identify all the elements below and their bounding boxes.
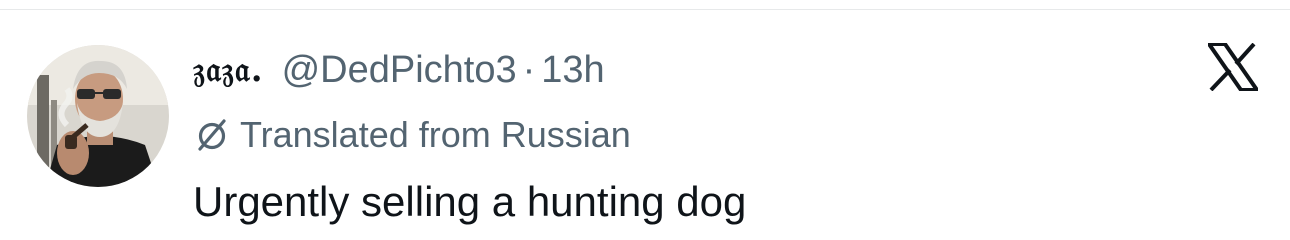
tweet-text: Urgently selling a hunting dog bbox=[193, 178, 747, 225]
avatar-photo bbox=[27, 45, 169, 187]
avatar[interactable] bbox=[27, 45, 169, 187]
tweet-header: 𝔷𝔞𝔷𝔞. @DedPichto3 · 13h bbox=[193, 46, 605, 94]
translated-label: Translated from Russian bbox=[240, 114, 631, 155]
user-handle[interactable]: @DedPichto3 bbox=[282, 49, 517, 92]
top-divider bbox=[0, 9, 1290, 10]
translated-indicator[interactable]: Translated from Russian bbox=[193, 113, 631, 157]
timestamp[interactable]: 13h bbox=[541, 49, 604, 92]
x-logo-icon[interactable] bbox=[1205, 42, 1261, 92]
separator-dot: · bbox=[522, 48, 536, 91]
display-name[interactable]: 𝔷𝔞𝔷𝔞. bbox=[193, 50, 264, 90]
translate-icon bbox=[193, 116, 231, 154]
